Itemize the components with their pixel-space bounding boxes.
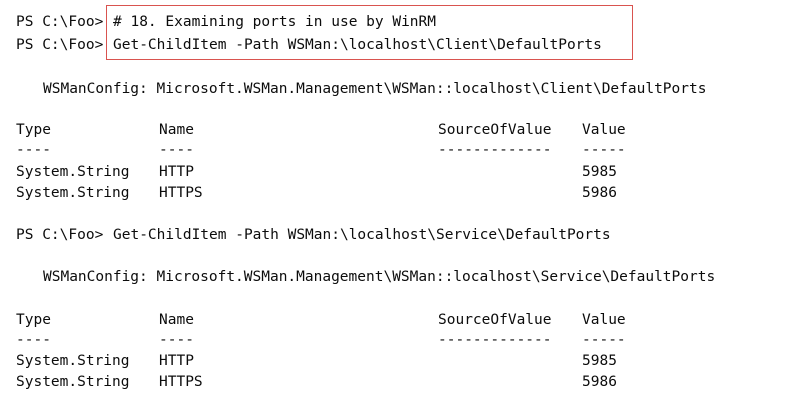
command-line: Get-ChildItem -Path WSMan:\localhost\Cli… <box>113 37 602 53</box>
header-underline: ---- <box>159 142 194 158</box>
wsman-config-line: WSManConfig: Microsoft.WSMan.Management\… <box>43 81 707 97</box>
prompt: PS C:\Foo> <box>16 227 104 243</box>
header-underline: ---- <box>159 332 194 348</box>
header-underline: ------------- <box>438 332 552 348</box>
column-header-value: Value <box>582 312 626 328</box>
cell-value: 5985 <box>582 353 617 369</box>
cell-value: 5985 <box>582 164 617 180</box>
column-header-sourceofvalue: SourceOfValue <box>438 312 552 328</box>
column-header-type: Type <box>16 122 51 138</box>
cell-name: HTTP <box>159 164 194 180</box>
cell-type: System.String <box>16 353 130 369</box>
cell-value: 5986 <box>582 185 617 201</box>
comment-line: # 18. Examining ports in use by WinRM <box>113 14 437 30</box>
column-header-type: Type <box>16 312 51 328</box>
cell-value: 5986 <box>582 374 617 390</box>
header-underline: ----- <box>582 332 626 348</box>
column-header-sourceofvalue: SourceOfValue <box>438 122 552 138</box>
wsman-config-line: WSManConfig: Microsoft.WSMan.Management\… <box>43 269 716 285</box>
prompt: PS C:\Foo> <box>16 37 104 53</box>
cell-type: System.String <box>16 374 130 390</box>
cell-name: HTTPS <box>159 185 203 201</box>
column-header-name: Name <box>159 312 194 328</box>
prompt: PS C:\Foo> <box>16 14 104 30</box>
header-underline: ---- <box>16 332 51 348</box>
cell-name: HTTPS <box>159 374 203 390</box>
cell-type: System.String <box>16 185 130 201</box>
column-header-value: Value <box>582 122 626 138</box>
header-underline: ----- <box>582 142 626 158</box>
cell-type: System.String <box>16 164 130 180</box>
header-underline: ---- <box>16 142 51 158</box>
cell-name: HTTP <box>159 353 194 369</box>
powershell-console[interactable]: PS C:\Foo> # 18. Examining ports in use … <box>0 0 792 418</box>
column-header-name: Name <box>159 122 194 138</box>
command-line: Get-ChildItem -Path WSMan:\localhost\Ser… <box>113 227 611 243</box>
header-underline: ------------- <box>438 142 552 158</box>
